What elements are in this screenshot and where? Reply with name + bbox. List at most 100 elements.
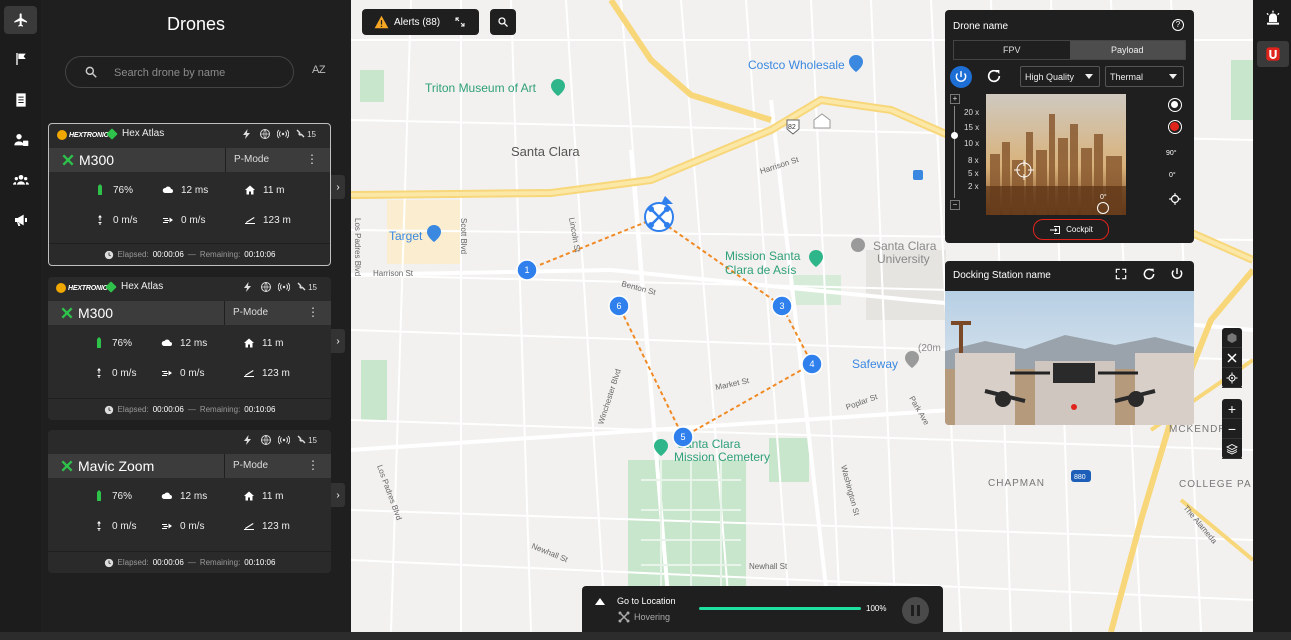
- drone-model: Hex Atlas: [106, 127, 164, 140]
- altitude-stat: 11 m: [242, 337, 284, 349]
- search-icon: [498, 17, 508, 27]
- zoom-slider[interactable]: + − 20 x 15 x 10 x 8 x 5 x 2 x: [949, 94, 985, 210]
- document-icon[interactable]: [4, 86, 37, 114]
- satellite-count: 15: [308, 282, 317, 292]
- rotate-90-button[interactable]: 90°: [1166, 150, 1177, 157]
- megaphone-icon[interactable]: [4, 206, 37, 234]
- airplane-icon[interactable]: [4, 6, 37, 34]
- dock-card-actions: [1114, 267, 1184, 281]
- collapse-icon[interactable]: [595, 598, 605, 605]
- alerts-button[interactable]: Alerts (88): [362, 9, 479, 35]
- zoom-in-button[interactable]: +: [950, 94, 960, 104]
- card-status-icons: 15: [242, 434, 317, 446]
- map-search-button[interactable]: [490, 9, 516, 35]
- drones-panel: Drones AZ HEXTRONICS Hex Atlas 15 M300: [41, 0, 351, 632]
- bottom-strip: [0, 632, 1291, 640]
- dock-camera-feed[interactable]: [945, 291, 1194, 425]
- tab-payload[interactable]: Payload: [1069, 41, 1185, 59]
- capture-photo-button[interactable]: [1168, 98, 1182, 112]
- map-zoom-in-button[interactable]: +: [1222, 399, 1242, 419]
- left-icon-rail: [0, 0, 41, 632]
- expand-icon[interactable]: [454, 16, 466, 28]
- waypoint-4[interactable]: 4: [801, 353, 823, 375]
- locate-icon[interactable]: [1222, 368, 1242, 388]
- layers-icon[interactable]: [1222, 439, 1242, 459]
- flight-mode: P-Mode: [225, 148, 309, 172]
- map-label-clara-de-asis: Clara de Asís: [725, 263, 796, 277]
- zoom-level-label: 5 x: [968, 169, 979, 178]
- sort-alphabetical-button[interactable]: AZ: [312, 64, 326, 76]
- vertical-speed-icon: [98, 215, 102, 225]
- refresh-icon[interactable]: [1142, 267, 1156, 281]
- team-icon[interactable]: [4, 166, 37, 194]
- more-options-icon[interactable]: ⋮: [307, 305, 319, 319]
- refresh-icon[interactable]: [986, 68, 1002, 84]
- wind-stat: 12 ms: [160, 337, 207, 349]
- waypoint-5[interactable]: 5: [672, 426, 694, 448]
- power-icon[interactable]: [1170, 267, 1184, 281]
- map-label-scu-2: University: [877, 252, 930, 266]
- alarm-siren-icon[interactable]: [1265, 10, 1281, 26]
- mode-select[interactable]: Thermal: [1105, 66, 1184, 87]
- tilt-reset-button[interactable]: 0°: [1169, 172, 1176, 179]
- expand-card-button[interactable]: ›: [331, 175, 345, 199]
- user-settings-icon[interactable]: [4, 126, 37, 154]
- expand-card-button[interactable]: ›: [331, 483, 345, 507]
- drone-model: Hex Atlas: [105, 280, 163, 293]
- drone-marker-icon[interactable]: [644, 196, 674, 232]
- zoom-slider-handle[interactable]: [951, 132, 958, 139]
- map-label-newhall-st-2: Newhall St: [749, 562, 788, 571]
- quality-select[interactable]: High Quality: [1020, 66, 1100, 87]
- waypoint-3[interactable]: 3: [771, 295, 793, 317]
- pause-button[interactable]: [902, 597, 929, 624]
- zoom-level-label: 2 x: [968, 182, 979, 191]
- zoom-level-label: 10 x: [964, 139, 980, 148]
- record-video-button[interactable]: [1168, 120, 1182, 134]
- zoom-controls: + −: [1222, 399, 1242, 459]
- waypoint-6[interactable]: 6: [608, 295, 630, 317]
- map-label-los-padres: Los Padres Blvd: [353, 218, 362, 276]
- map-label-chapman: CHAPMAN: [988, 478, 1045, 489]
- enter-icon: [1050, 225, 1061, 234]
- signal-icon: [278, 282, 291, 292]
- drone-card[interactable]: HEXTRONICS Hex Atlas 15 M300 P-Mode ⋮ 76…: [48, 123, 331, 266]
- waypoint-1[interactable]: 1: [516, 259, 538, 281]
- flag-icon[interactable]: [4, 45, 37, 73]
- zoom-level-label: 20 x: [964, 108, 980, 117]
- gimbal-center-icon[interactable]: [1168, 192, 1182, 206]
- svg-text:3: 3: [779, 301, 784, 311]
- satellite-icon: [297, 435, 307, 444]
- cube-icon[interactable]: [1222, 328, 1242, 348]
- drone-status-icon: [61, 460, 73, 472]
- lightning-icon: [244, 282, 252, 292]
- chevron-down-icon: [1085, 74, 1093, 79]
- search-box[interactable]: [65, 56, 294, 88]
- expand-card-button[interactable]: ›: [331, 329, 345, 353]
- cockpit-button[interactable]: Cockpit: [1033, 219, 1109, 240]
- map-zoom-out-button[interactable]: −: [1222, 419, 1242, 439]
- more-options-icon[interactable]: ⋮: [307, 458, 319, 472]
- horizontal-speed-stat: 0 m/s: [160, 520, 204, 532]
- brand-app-button[interactable]: [1257, 41, 1289, 67]
- camera-power-button[interactable]: [950, 66, 972, 88]
- mission-title: Go to Location: [617, 596, 676, 606]
- flight-mode: P-Mode: [224, 454, 308, 478]
- drone-card[interactable]: HEXTRONICS Hex Atlas 15 M300 P-Mode ⋮ 76…: [48, 277, 331, 420]
- camera-feed[interactable]: 0° 0°: [986, 94, 1126, 215]
- help-icon[interactable]: ?: [1172, 19, 1184, 31]
- globe-icon: [261, 435, 272, 445]
- zoom-out-button[interactable]: −: [950, 200, 960, 210]
- vertical-speed-stat: 0 m/s: [92, 520, 136, 532]
- brand-logo-icon: [1266, 47, 1280, 61]
- battery-stat: 76%: [92, 337, 132, 349]
- drone-center-icon[interactable]: [1222, 348, 1242, 368]
- svg-text:1: 1: [524, 265, 529, 275]
- tab-fpv[interactable]: FPV: [954, 41, 1070, 59]
- search-input[interactable]: [114, 63, 284, 83]
- gimbal-pitch-icon[interactable]: [1097, 202, 1109, 214]
- more-options-icon[interactable]: ⋮: [306, 152, 318, 166]
- map-label-safeway: Safeway: [852, 357, 898, 371]
- drone-card[interactable]: 15 Mavic Zoom P-Mode ⋮ 76% 12 ms 11 m 0 …: [48, 430, 331, 573]
- signal-icon: [277, 129, 290, 139]
- fullscreen-icon[interactable]: [1114, 267, 1128, 281]
